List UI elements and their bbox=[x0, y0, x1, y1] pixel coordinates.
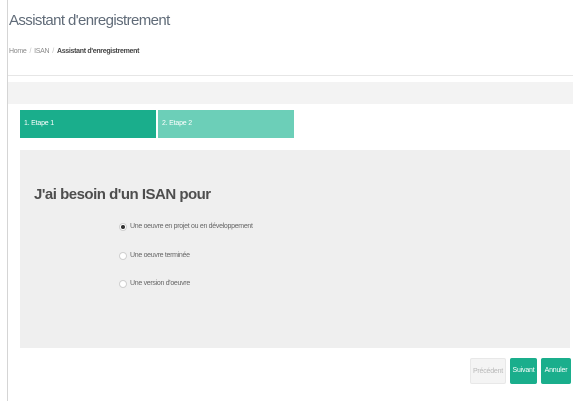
radio-button-checked[interactable] bbox=[119, 223, 127, 231]
question-heading: J'ai besoin d'un ISAN pour bbox=[34, 186, 211, 203]
header-divider bbox=[8, 75, 573, 76]
breadcrumb-home-link[interactable]: Home bbox=[9, 48, 27, 55]
radio-button[interactable] bbox=[119, 252, 127, 260]
next-button[interactable]: Suivant bbox=[510, 358, 537, 384]
option-label: Une oeuvre en projet ou en développement bbox=[130, 223, 253, 230]
breadcrumb-separator: / bbox=[29, 48, 32, 55]
wizard-panel bbox=[20, 150, 570, 348]
previous-button[interactable]: Précédent bbox=[470, 358, 506, 384]
option-label: Une oeuvre terminée bbox=[130, 252, 190, 259]
step-tab-1[interactable]: 1. Etape 1 bbox=[20, 110, 156, 138]
step-tab-2[interactable]: 2. Etape 2 bbox=[158, 110, 294, 138]
breadcrumb-current: Assistant d'enregistrement bbox=[56, 48, 140, 55]
breadcrumb-separator: / bbox=[52, 48, 54, 55]
radio-button[interactable] bbox=[119, 280, 127, 288]
option-label: Une version d'oeuvre bbox=[130, 280, 190, 287]
left-border bbox=[7, 0, 8, 401]
registration-assistant-page: Assistant d'enregistrement Home / ISAN / Ass… bbox=[0, 0, 573, 401]
toolbar-band bbox=[8, 82, 573, 104]
cancel-button[interactable]: Annuler bbox=[541, 358, 571, 384]
breadcrumb: Home / ISAN / Assistant d'enregistrement bbox=[9, 48, 139, 55]
page-title: Assistant d'enregistrement bbox=[9, 12, 170, 29]
breadcrumb-isan-link[interactable]: ISAN bbox=[34, 48, 49, 55]
